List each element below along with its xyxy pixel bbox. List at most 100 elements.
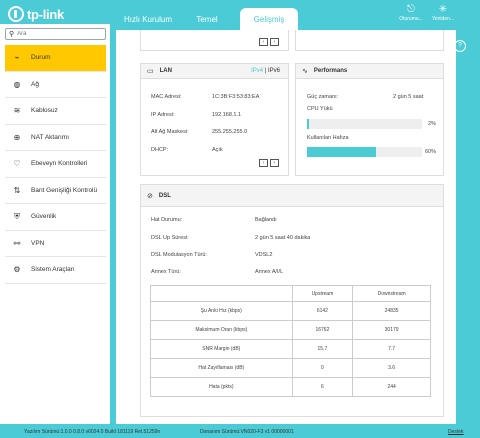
- table-cell: Hata (pkts): [150, 377, 293, 397]
- next-page-icon[interactable]: ›: [270, 38, 279, 46]
- table-cell: 244: [352, 377, 431, 397]
- ipv6-toggle[interactable]: IPv6: [268, 68, 280, 74]
- sidebar-item-label: Ebeveyn Kontrolleri: [31, 160, 88, 168]
- reboot-label: Yeniden...: [431, 16, 455, 22]
- dsl-uptime-label: DSL Up Süresi:: [151, 235, 189, 241]
- tab-quick-setup[interactable]: Hızlı Kurulum: [118, 8, 178, 30]
- hardware-version: Donanım Sürümü:VN020-F3 v1 00000001: [200, 429, 294, 435]
- table-cell: 6: [291, 377, 354, 397]
- pulse-icon: ∿: [302, 68, 308, 75]
- logout-button[interactable]: ⎋ Oturumu...: [396, 4, 426, 22]
- status-icon: ⌁: [14, 53, 20, 63]
- brand-name: tp-link: [27, 6, 64, 22]
- lan-mask-label: Alt Ağ Maskesi:: [151, 129, 189, 135]
- lan-ip-label: IP Adresi:: [151, 112, 175, 118]
- table-row: Şu Anki Hız (kbps) 6142 24835: [150, 301, 431, 321]
- dsl-line-status-label: Hat Durumu:: [151, 217, 183, 223]
- performance-card: ∿ Performans Güç zamanı: 2 gün 5 saat CP…: [295, 63, 444, 176]
- memory-bar: [307, 147, 422, 157]
- lan-mac-label: MAC Adresi:: [151, 94, 182, 100]
- cpu-bar: [307, 119, 422, 129]
- sidebar-item-system-tools[interactable]: ⚙ Sistem Araçları: [5, 257, 106, 284]
- lan-title: LAN: [159, 68, 172, 74]
- uptime-label: Güç zamanı:: [307, 94, 339, 100]
- table-cell: 3.6: [352, 358, 431, 378]
- lan-pager: ‹ ›: [259, 159, 279, 167]
- logout-icon: ⎋: [407, 4, 415, 15]
- table-cell: 30179: [352, 320, 431, 340]
- sidebar-item-bandwidth[interactable]: ⇅ Bant Genişliği Kontrolü: [5, 178, 106, 204]
- firmware-version: Yazılım Sürümü:1.0.0 0.8.0 v6024.0 Build…: [24, 429, 161, 435]
- cpu-percent: 2%: [428, 121, 436, 127]
- table-cell: SNR Margin (dB): [150, 339, 293, 359]
- ip-version-switch: IPv4 | IPv6: [251, 68, 280, 74]
- memory-label: Kullanılan Hafıza: [307, 135, 349, 141]
- table-row: Maksimum Oran (kbps) 16762 30179: [150, 320, 431, 340]
- uptime-value: 2 gün 5 saat: [393, 94, 424, 100]
- dsl-card-header: ⊘ DSL: [141, 185, 443, 207]
- table-cell: Hat Zayıflaması (dB): [150, 358, 293, 378]
- next-page-icon[interactable]: ›: [270, 159, 279, 167]
- lan-card-header: ▭ LAN IPv4 | IPv6: [141, 64, 288, 79]
- table-cell: Şu Anki Hız (kbps): [150, 301, 293, 321]
- sidebar-item-status[interactable]: ⌁ Durum: [5, 45, 106, 72]
- brand-logo[interactable]: tp-link: [8, 6, 64, 22]
- lan-dhcp-value: Açık: [212, 147, 223, 153]
- search-icon: ⚲: [9, 31, 15, 38]
- dsl-annex-label: Annex Türü:: [151, 269, 181, 275]
- sidebar-item-network[interactable]: ◍ Ağ: [5, 72, 106, 98]
- tab-advanced[interactable]: Gelişmiş: [240, 8, 298, 30]
- dsl-stats-table: Upstream Downstream Şu Anki Hız (kbps) 6…: [150, 285, 431, 397]
- bandwidth-icon: ⇅: [13, 185, 21, 195]
- memory-bar-fill: [307, 147, 376, 157]
- globe-icon: ◍: [13, 79, 21, 89]
- table-row: SNR Margin (dB) 15.7 7.7: [150, 339, 431, 359]
- sidebar-item-label: Ağ: [31, 80, 39, 88]
- search-input[interactable]: [17, 31, 98, 37]
- dsl-icon: ⊘: [147, 192, 153, 200]
- dsl-annex-value: Annex A/I/L: [255, 269, 284, 275]
- prev-page-icon[interactable]: ‹: [259, 159, 268, 167]
- pager: ‹ ›: [259, 38, 279, 46]
- logout-label: Oturumu...: [399, 16, 423, 22]
- sidebar-item-wireless[interactable]: ≋ Kablosuz: [5, 98, 106, 125]
- tp-link-logo-icon: [8, 6, 24, 22]
- wireless-icon: ≋: [13, 106, 21, 116]
- dsl-uptime-value: 2 gün 5 saat 40 dakika: [255, 235, 311, 241]
- cpu-bar-fill: [307, 119, 310, 129]
- lan-dhcp-label: DHCP:: [151, 147, 169, 153]
- prev-page-icon[interactable]: ‹: [259, 38, 268, 46]
- sidebar-item-security[interactable]: ⛨ Güvenlik: [5, 204, 106, 231]
- sidebar-item-label: NAT Aktarımı: [31, 133, 70, 141]
- table-cell: 0: [291, 358, 354, 378]
- help-icon[interactable]: ?: [454, 40, 466, 52]
- lan-mac-value: 1C:3B:F3:53:83:EA: [212, 94, 260, 100]
- cpu-label: CPU Yükü: [307, 106, 333, 112]
- footer: Yazılım Sürümü:1.0.0 0.8.0 v6024.0 Build…: [0, 424, 480, 438]
- lan-mask-value: 255.255.255.0: [212, 129, 248, 135]
- dsl-line-status-value: Bağlandı: [255, 217, 277, 223]
- table-row: Hata (pkts) 6 244: [150, 377, 431, 397]
- sidebar-item-label: Kablosuz: [31, 107, 58, 115]
- memory-percent: 60%: [425, 149, 437, 155]
- reboot-button[interactable]: ✳ Yeniden...: [428, 4, 458, 22]
- sidebar-item-label: VPN: [31, 239, 45, 247]
- sidebar: ⚲ ⌁ Durum ◍ Ağ ≋ Kablosuz ⊕ NAT Aktarımı…: [0, 24, 110, 424]
- dsl-title: DSL: [158, 192, 171, 199]
- ip-version-separator: |: [264, 68, 267, 74]
- sidebar-item-nat[interactable]: ⊕ NAT Aktarımı: [5, 125, 106, 151]
- sidebar-item-label: Durum: [31, 54, 51, 62]
- sidebar-item-vpn[interactable]: ⚯ VPN: [5, 231, 106, 257]
- sidebar-nav: ⌁ Durum ◍ Ağ ≋ Kablosuz ⊕ NAT Aktarımı ♡…: [5, 45, 106, 284]
- sidebar-item-label: Sistem Araçları: [31, 266, 75, 274]
- sidebar-item-parental[interactable]: ♡ Ebeveyn Kontrolleri: [5, 151, 106, 178]
- table-cell: 7.7: [352, 339, 431, 359]
- reboot-icon: ✳: [438, 4, 448, 15]
- tab-basic[interactable]: Temel: [186, 8, 228, 30]
- ipv4-toggle[interactable]: IPv4: [251, 68, 263, 74]
- dsl-modulation-value: VDSL2: [255, 252, 273, 258]
- table-header-cell: Downstream: [352, 285, 431, 302]
- performance-title: Performans: [313, 68, 348, 74]
- support-link[interactable]: Destek: [448, 429, 464, 435]
- top-left-card: ‹ ›: [140, 30, 289, 51]
